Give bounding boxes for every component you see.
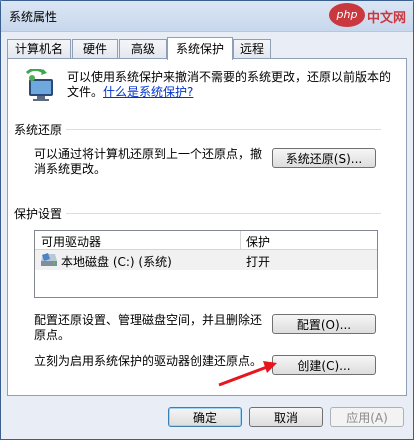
drive-name: 本地磁盘 (C:) (系统) [61,255,172,269]
configure-description: 配置还原设置、管理磁盘空间，并且删除还原点。 [34,313,263,342]
system-properties-window: 系统属性 php 中文网 计算机名 硬件 高级 系统保护 远程 可以使用系统保护… [0,0,414,440]
ok-button[interactable]: 确定 [168,407,242,427]
restore-group-divider [17,129,381,130]
watermark-badge: php [329,3,365,27]
window-title: 系统属性 [9,10,58,24]
title-bar[interactable]: 系统属性 php 中文网 [1,1,413,32]
column-available-drives[interactable]: 可用驱动器 [41,233,101,250]
column-separator[interactable] [240,231,241,249]
create-button[interactable]: 创建(C)... [272,355,376,375]
hard-drive-icon [41,253,57,266]
system-protection-icon [25,69,53,101]
tab-remote[interactable]: 远程 [233,39,271,59]
apply-button[interactable]: 应用(A) [330,407,404,427]
system-restore-button[interactable]: 系统还原(S)... [272,148,376,168]
watermark-site: 中文网 [367,11,407,26]
tab-computer-name[interactable]: 计算机名 [7,39,71,59]
tab-advanced[interactable]: 高级 [119,39,167,59]
restore-description: 可以通过将计算机还原到上一个还原点，撤消系统更改。 [34,147,263,176]
intro-text: 可以使用系统保护来撤消不需要的系统更改，还原以前版本的文件。什么是系统保护? [67,70,397,100]
tab-system-protection[interactable]: 系统保护 [167,37,233,60]
drive-row[interactable]: 本地磁盘 (C:) (系统) 打开 [35,250,377,270]
watermark-logo: php 中文网 [329,3,407,29]
red-arrow-annotation [218,361,277,387]
protection-group-title: 保护设置 [14,205,67,222]
drives-list[interactable]: 可用驱动器 保护 本地磁盘 (C:) (系统) 打开 [34,230,378,298]
protection-group-divider [17,213,381,214]
tab-panel [7,58,407,396]
what-is-system-protection-link[interactable]: 什么是系统保护? [103,85,193,99]
drives-list-header: 可用驱动器 保护 [35,231,377,250]
cancel-button[interactable]: 取消 [249,407,323,427]
restore-group-title: 系统还原 [14,121,67,138]
configure-button[interactable]: 配置(O)... [272,314,376,334]
column-protection[interactable]: 保护 [246,233,270,250]
drive-protection-status: 打开 [246,255,271,269]
tab-hardware[interactable]: 硬件 [72,39,118,59]
